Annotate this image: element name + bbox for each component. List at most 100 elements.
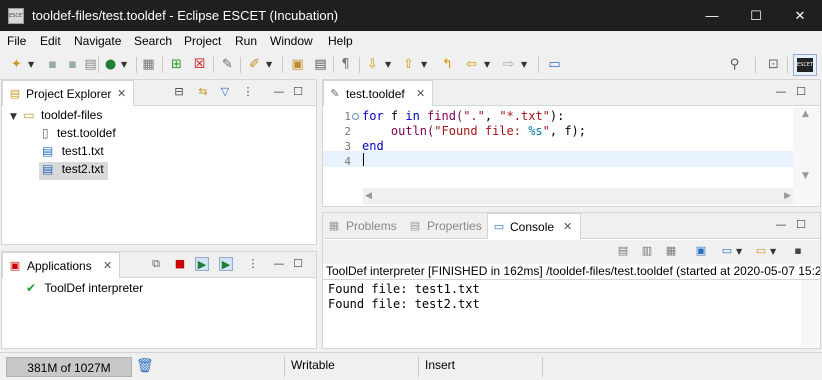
- menu-window[interactable]: Window: [270, 34, 313, 48]
- close-tab-project-explorer-icon[interactable]: ✕: [117, 87, 126, 100]
- heap-status[interactable]: 381M of 1027M: [6, 357, 132, 377]
- minimize-view-icon[interactable]: —: [272, 257, 286, 271]
- minimize-view-icon[interactable]: —: [272, 85, 286, 99]
- run-dropdown-icon[interactable]: ▼: [121, 56, 127, 73]
- remove-launch-icon[interactable]: ▤: [616, 244, 630, 258]
- minimize-editor-icon[interactable]: —: [774, 85, 788, 99]
- tab-applications[interactable]: ▣ Applications ✕: [2, 252, 120, 278]
- scroll-right-icon[interactable]: ▶: [784, 188, 791, 205]
- auto-terminate-icon[interactable]: ▶: [219, 257, 233, 271]
- scroll-down-icon[interactable]: ▼: [802, 171, 809, 181]
- search-icon[interactable]: ⚲: [726, 56, 743, 73]
- code-area[interactable]: for f in find(".", "*.txt"): outln("Foun…: [362, 109, 586, 154]
- next-annotation-icon[interactable]: ⇩: [364, 56, 381, 73]
- back-icon[interactable]: ⇦: [463, 56, 480, 73]
- maximize-view-icon[interactable]: ☐: [291, 85, 305, 99]
- pin-editor-icon[interactable]: ▭: [546, 56, 563, 73]
- tab-editor-test-tooldef[interactable]: ✎ test.tooldef ✕: [323, 80, 433, 106]
- console-vertical-scrollbar[interactable]: [801, 280, 820, 348]
- filter-icon[interactable]: ▽: [218, 85, 232, 99]
- trash-icon[interactable]: 🗑: [136, 358, 154, 376]
- horizontal-scrollbar[interactable]: ◀ ▶: [363, 188, 793, 205]
- tab-problems[interactable]: Problems: [346, 219, 397, 233]
- view-menu-icon[interactable]: ⋮: [246, 257, 260, 271]
- terminate-icon[interactable]: ☒: [191, 56, 208, 73]
- auto-remove-icon[interactable]: ▶: [195, 257, 209, 271]
- terminate-app-icon[interactable]: ■: [173, 257, 187, 271]
- menu-search[interactable]: Search: [134, 34, 172, 48]
- last-edit-icon[interactable]: ↰: [439, 56, 456, 73]
- menu-edit[interactable]: Edit: [40, 34, 61, 48]
- menu-project[interactable]: Project: [184, 34, 221, 48]
- scroll-up-icon[interactable]: ▲: [802, 109, 809, 119]
- show-whitespace-icon[interactable]: ¶: [337, 56, 354, 73]
- display-console-dropdown-icon[interactable]: ▼: [736, 243, 742, 260]
- back-dropdown-icon[interactable]: ▼: [484, 56, 490, 73]
- tab-project-explorer[interactable]: ▤ Project Explorer ✕: [2, 80, 134, 106]
- expand-chevron-icon[interactable]: ▼: [10, 112, 17, 122]
- new-icon[interactable]: ✦: [8, 56, 25, 73]
- escet-perspective-icon: ESCET: [797, 58, 813, 72]
- marker-dropdown-icon[interactable]: ▼: [266, 56, 272, 73]
- collapse-all-icon[interactable]: ⊟: [172, 85, 186, 99]
- tree-item-project[interactable]: ▼ ▭ tooldef-files: [10, 108, 102, 126]
- close-window-button[interactable]: ✕: [778, 0, 822, 31]
- next-annotation-dropdown-icon[interactable]: ▼: [385, 56, 391, 73]
- file-name: test2.txt: [61, 162, 104, 176]
- view-menu-icon[interactable]: ▪: [791, 244, 805, 258]
- remove-all-icon[interactable]: ⧉: [149, 257, 163, 271]
- open-console-dropdown-icon[interactable]: ▼: [770, 243, 776, 260]
- remove-all-terminated-icon[interactable]: ▥: [640, 244, 654, 258]
- close-tab-console-icon[interactable]: ✕: [563, 220, 572, 233]
- forward-icon[interactable]: ⇨: [500, 56, 517, 73]
- minimize-console-icon[interactable]: —: [774, 218, 788, 232]
- link-with-editor-icon[interactable]: ⇆: [196, 85, 210, 99]
- console-output[interactable]: Found file: test1.txt Found file: test2.t…: [328, 282, 480, 312]
- line-number: 4: [344, 155, 351, 168]
- escet-perspective-button[interactable]: ESCET: [793, 54, 817, 76]
- pin-console-icon[interactable]: ▣: [694, 244, 708, 258]
- list-item-application[interactable]: ✔ ToolDef interpreter: [26, 281, 143, 299]
- menu-help[interactable]: Help: [328, 34, 353, 48]
- new-dropdown-icon[interactable]: ▼: [28, 56, 34, 73]
- minimize-button[interactable]: —: [690, 0, 734, 31]
- forward-dropdown-icon[interactable]: ▼: [521, 56, 527, 73]
- previous-annotation-dropdown-icon[interactable]: ▼: [421, 56, 427, 73]
- tree-item-file-selected[interactable]: ▤ test2.txt: [39, 162, 108, 180]
- close-tab-applications-icon[interactable]: ✕: [103, 259, 112, 272]
- previous-annotation-icon[interactable]: ⇧: [400, 56, 417, 73]
- wrench-icon[interactable]: ✎: [219, 56, 236, 73]
- marker-icon[interactable]: ✐: [246, 56, 263, 73]
- open-console-icon[interactable]: ▭: [754, 244, 768, 258]
- open-perspective-icon[interactable]: ⊡: [765, 56, 782, 73]
- open-type-icon[interactable]: ▣: [289, 56, 306, 73]
- close-tab-editor-icon[interactable]: ✕: [416, 87, 425, 100]
- scroll-left-icon[interactable]: ◀: [365, 188, 372, 205]
- view-menu-icon[interactable]: ⋮: [241, 85, 255, 99]
- maximize-editor-icon[interactable]: ☐: [794, 85, 808, 99]
- menu-run[interactable]: Run: [235, 34, 257, 48]
- applications-panel: ▣ Applications ✕ ⧉ ■ ▶ ▶ ⋮ — ☐ ✔ ToolDef…: [1, 251, 317, 349]
- maximize-console-icon[interactable]: ☐: [794, 218, 808, 232]
- display-console-icon[interactable]: ▭: [720, 244, 734, 258]
- fold-toggle-icon[interactable]: [352, 113, 359, 120]
- print-icon[interactable]: ▤: [82, 56, 99, 73]
- external-tools-icon[interactable]: ▦: [140, 56, 157, 73]
- tab-properties[interactable]: Properties: [427, 219, 482, 233]
- menu-file[interactable]: File: [7, 34, 26, 48]
- scroll-lock-icon[interactable]: ▦: [664, 244, 678, 258]
- string-literal: ".": [463, 109, 485, 123]
- add-icon[interactable]: ⊞: [168, 56, 185, 73]
- run-icon[interactable]: ●: [102, 56, 119, 73]
- vertical-scrollbar[interactable]: ▲ ▼: [793, 107, 820, 205]
- line-number: 3: [344, 140, 351, 153]
- maximize-button[interactable]: ☐: [734, 0, 778, 31]
- save-icon[interactable]: ▪: [44, 56, 61, 73]
- save-all-icon[interactable]: ▪: [64, 56, 81, 73]
- maximize-view-icon[interactable]: ☐: [291, 257, 305, 271]
- task-list-icon[interactable]: ▤: [312, 56, 329, 73]
- tree-item-file[interactable]: ▯ test.tooldef: [42, 126, 116, 144]
- tree-item-file[interactable]: ▤ test1.txt: [42, 144, 104, 162]
- tab-console[interactable]: ▭ Console ✕: [487, 213, 581, 239]
- menu-navigate[interactable]: Navigate: [74, 34, 121, 48]
